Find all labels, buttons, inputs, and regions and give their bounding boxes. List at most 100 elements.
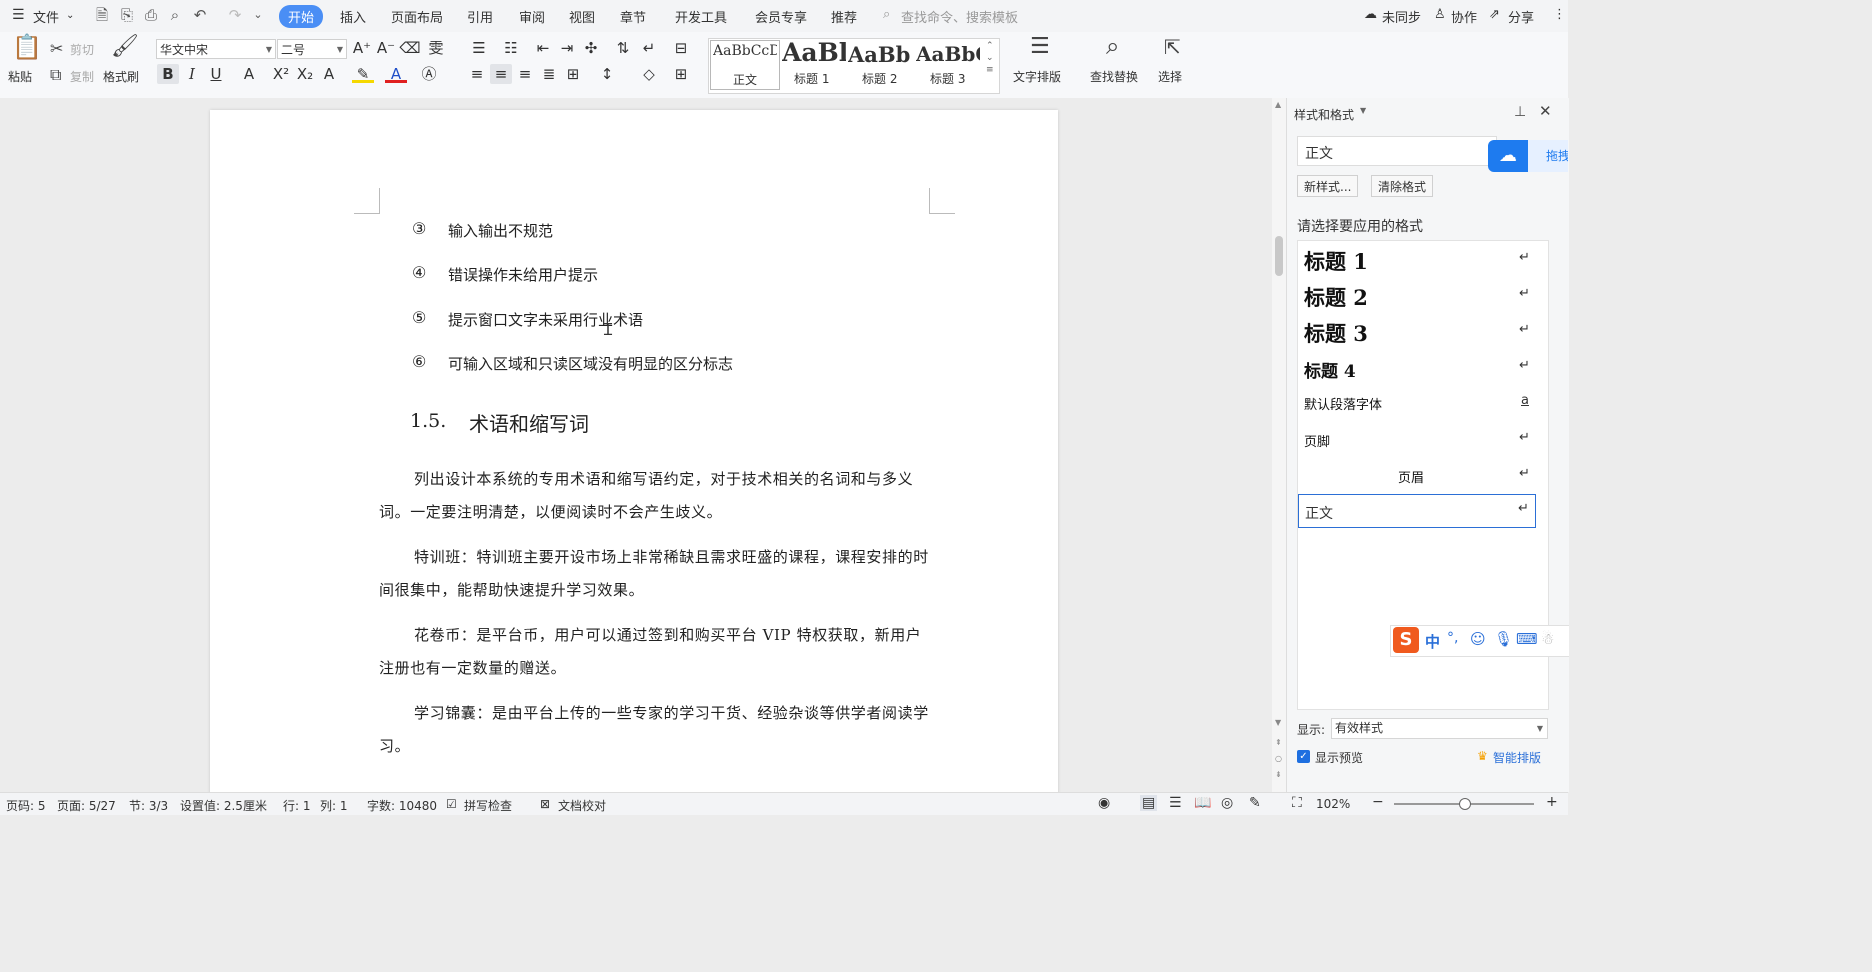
status-setting[interactable]: 设置值: 2.5厘米 [180, 797, 267, 814]
show-preview-checkbox[interactable]: ✓ [1297, 750, 1310, 763]
tab-page-layout[interactable]: 页面布局 [391, 7, 443, 26]
keyboard-icon[interactable]: ⌨ [1516, 630, 1538, 648]
style-item-heading-2[interactable]: 标题 2 [1304, 282, 1368, 312]
tab-insert[interactable]: 插入 [340, 7, 366, 26]
chevron-down-icon[interactable]: ▼ [1360, 106, 1366, 115]
zoom-out-icon[interactable]: − [1372, 794, 1384, 810]
save-icon[interactable]: 🗎 [93, 6, 111, 24]
copy-icon[interactable]: ⧉ [50, 66, 61, 84]
clear-format-button[interactable]: 清除格式 [1371, 175, 1434, 197]
style-item-header[interactable]: 页眉 [1398, 467, 1424, 486]
italic-icon[interactable]: I [181, 64, 203, 84]
paragraph[interactable]: 学习锦囊：是由平台上传的一些专家的学习干货、经验杂谈等供学者阅读学习。 [379, 697, 931, 763]
emoji-icon[interactable]: ☺ [1470, 630, 1486, 648]
web-view-icon[interactable]: ◎ [1221, 795, 1233, 811]
customize-icon[interactable]: ⌄ [249, 6, 267, 24]
style-normal[interactable]: AaBbCcDc 正文 [710, 40, 780, 90]
eye-protect-icon[interactable]: ◉ [1098, 795, 1110, 811]
current-style-field[interactable]: 正文 [1297, 136, 1497, 166]
tab-home[interactable]: 开始 [279, 5, 324, 28]
share-icon[interactable]: ⇗ [1489, 7, 1500, 22]
style-item-footer[interactable]: 页脚 [1304, 431, 1330, 450]
status-word-count[interactable]: 字数: 10480 [367, 797, 437, 814]
new-style-button[interactable]: 新样式... [1297, 175, 1359, 197]
tab-chapter[interactable]: 章节 [620, 7, 646, 26]
proofread-button[interactable]: 文档校对 [558, 797, 606, 814]
proofread-icon[interactable]: ⊠ [540, 797, 550, 811]
decrease-indent-icon[interactable]: ⇤ [532, 38, 554, 58]
status-row[interactable]: 行: 1 [283, 797, 311, 814]
undo-icon[interactable]: ↶ [191, 6, 209, 24]
increase-indent-icon[interactable]: ⇥ [556, 38, 578, 58]
find-replace-icon[interactable]: ⌕ [1106, 34, 1119, 58]
tab-developer[interactable]: 开发工具 [675, 7, 727, 26]
print-icon[interactable]: ⎙ [142, 6, 160, 24]
command-search[interactable]: 查找命令、搜索模板 [901, 7, 1018, 26]
file-menu[interactable]: 文件 [33, 7, 59, 26]
more-icon[interactable]: ⋮ [1553, 7, 1566, 22]
style-item-heading-3[interactable]: 标题 3 [1304, 318, 1368, 348]
paragraph[interactable]: 列出设计本系统的专用术语和缩写语约定，对于技术相关的名词和与多义词。一定要注明清… [379, 463, 931, 529]
borders-icon[interactable]: ⊞ [670, 64, 692, 84]
microphone-icon[interactable]: 🎙 [1494, 630, 1513, 648]
ime-punct-toggle[interactable]: °, [1447, 630, 1458, 646]
redo-icon[interactable]: ↷ [226, 6, 244, 24]
chinese-layout-icon[interactable]: ✣ [580, 38, 602, 58]
tab-references[interactable]: 引用 [467, 7, 493, 26]
zoom-level[interactable]: 102% [1316, 797, 1350, 811]
align-right-icon[interactable]: ≡ [514, 64, 536, 84]
hamburger-icon[interactable]: ☰ [12, 7, 25, 23]
style-heading-2[interactable]: AaBb( 标题 2 [848, 40, 914, 88]
chevron-down-icon[interactable]: ⌄ [66, 10, 74, 21]
select-button[interactable]: 选择 [1158, 68, 1182, 85]
tab-recommend[interactable]: 推荐 [831, 7, 857, 26]
paragraph[interactable]: 花卷币：是平台币，用户可以通过签到和购买平台 VIP 特权获取，新用户注册也有一… [379, 619, 931, 685]
write-view-icon[interactable]: ✎ [1249, 795, 1261, 811]
list-item[interactable]: 错误操作未给用户提示 [448, 264, 598, 285]
ime-lang-toggle[interactable]: 中 [1425, 631, 1440, 652]
align-left-icon[interactable]: ≡ [466, 64, 488, 84]
text-layout-icon[interactable]: ☰ [1030, 36, 1050, 58]
grow-font-icon[interactable]: A⁺ [351, 38, 373, 58]
close-icon[interactable]: ✕ [1539, 102, 1552, 120]
strikethrough-icon[interactable]: A [238, 64, 260, 84]
sync-status[interactable]: 未同步 [1382, 7, 1421, 26]
scissors-icon[interactable]: ✂ [50, 40, 63, 58]
smart-layout-button[interactable]: 智能排版 [1493, 749, 1541, 766]
paragraph[interactable]: 特训班：特训班主要开设市场上非常稀缺且需求旺盛的课程，课程安排的时间很集中，能帮… [379, 541, 931, 607]
style-item-heading-4[interactable]: 标题 4 [1304, 357, 1356, 382]
find-replace-button[interactable]: 查找替换 [1090, 68, 1138, 85]
tab-member[interactable]: 会员专享 [755, 7, 807, 26]
justify-icon[interactable]: ≣ [538, 64, 560, 84]
phonetic-icon[interactable]: 雯 [425, 38, 447, 58]
shading-icon[interactable]: ◇ [638, 64, 660, 84]
char-border-icon[interactable]: Ⓐ [418, 64, 440, 84]
page-view-icon[interactable]: ▤ [1140, 795, 1158, 811]
style-item-heading-1[interactable]: 标题 1 [1304, 246, 1368, 276]
align-center-icon[interactable]: ≡ [490, 64, 512, 84]
status-page[interactable]: 页面: 5/27 [57, 797, 116, 814]
next-page-icon[interactable]: ⇟ [1275, 770, 1282, 779]
print-preview-icon[interactable]: ⌕ [166, 6, 184, 24]
browse-object-icon[interactable]: ○ [1275, 754, 1282, 763]
status-section[interactable]: 节: 3/3 [129, 797, 168, 814]
sort-icon[interactable]: ⇅ [612, 38, 634, 58]
style-item-normal[interactable]: 正文 ↵ [1298, 494, 1536, 528]
line-spacing-icon[interactable]: ↕ [596, 64, 618, 84]
numbered-list-icon[interactable]: ☷ [500, 38, 522, 58]
vertical-scrollbar[interactable]: ▲ ▼ ⇞ ○ ⇟ [1272, 98, 1286, 792]
cloud-sync-icon[interactable]: ☁ [1364, 7, 1377, 22]
zoom-slider-thumb[interactable] [1459, 798, 1471, 810]
paste-icon[interactable]: 📋 [12, 35, 42, 59]
drag-badge[interactable]: 拖拽 [1528, 140, 1568, 172]
tab-view[interactable]: 视图 [569, 7, 595, 26]
font-color-icon[interactable]: A [385, 64, 407, 83]
collab-button[interactable]: 协作 [1451, 7, 1477, 26]
cut-button[interactable]: 剪切 [70, 41, 94, 58]
style-item-default-font[interactable]: 默认段落字体 [1304, 394, 1382, 413]
copy-button[interactable]: 复制 [70, 68, 94, 85]
font-name-select[interactable]: 华文中宋 ▼ [156, 39, 276, 59]
pin-icon[interactable]: ⊥ [1514, 104, 1526, 120]
underline-icon[interactable]: U [205, 64, 227, 84]
list-item[interactable]: 可输入区域和只读区域没有明显的区分标志 [448, 353, 733, 374]
